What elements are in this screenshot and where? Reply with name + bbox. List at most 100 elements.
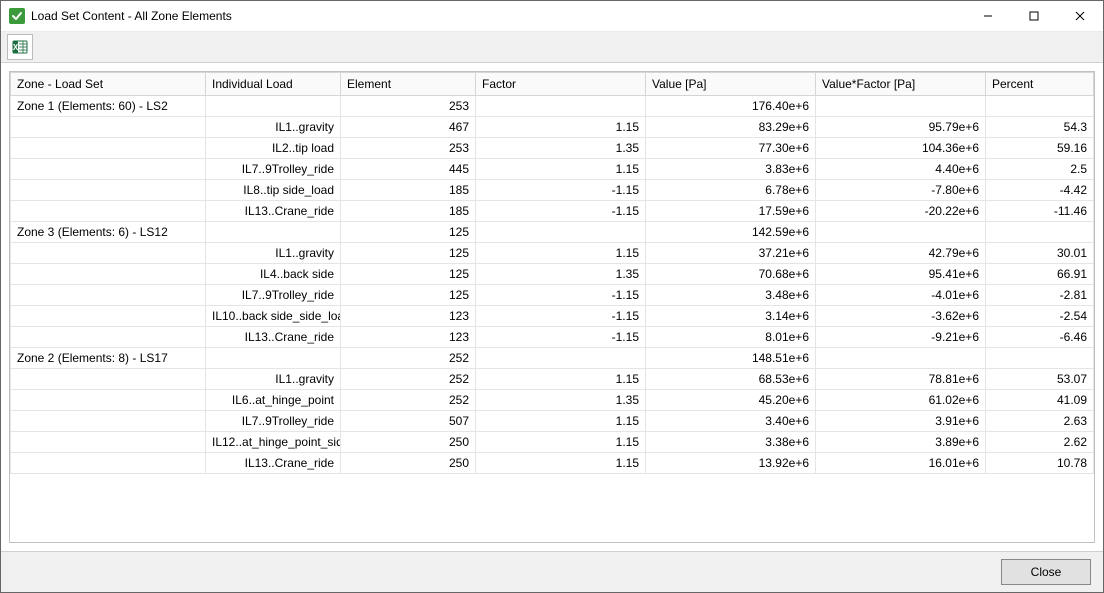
cell-factor: 1.35 [476,138,646,159]
cell-load: IL4..back side [206,264,341,285]
cell-zone [11,180,206,201]
cell-value: 83.29e+6 [646,117,816,138]
cell-value: 6.78e+6 [646,180,816,201]
cell-elem: 123 [341,306,476,327]
cell-vf: -4.01e+6 [816,285,986,306]
table-row[interactable]: IL7..9Trolley_ride125-1.153.48e+6-4.01e+… [11,285,1094,306]
cell-elem: 467 [341,117,476,138]
minimize-button[interactable] [965,1,1011,31]
maximize-button[interactable] [1011,1,1057,31]
table-row[interactable]: IL13..Crane_ride2501.1513.92e+616.01e+61… [11,453,1094,474]
cell-zone [11,306,206,327]
table-row[interactable]: IL1..gravity2521.1568.53e+678.81e+653.07 [11,369,1094,390]
toolbar: X [1,32,1103,63]
cell-vf: 16.01e+6 [816,453,986,474]
table-row[interactable]: IL12..at_hinge_point_side_lo2501.153.38e… [11,432,1094,453]
cell-load: IL7..9Trolley_ride [206,411,341,432]
table-row[interactable]: IL13..Crane_ride123-1.158.01e+6-9.21e+6-… [11,327,1094,348]
col-header-pct[interactable]: Percent [986,73,1094,96]
cell-value: 142.59e+6 [646,222,816,243]
cell-value: 68.53e+6 [646,369,816,390]
cell-pct: -4.42 [986,180,1094,201]
cell-load: IL1..gravity [206,369,341,390]
cell-load [206,222,341,243]
cell-vf: -7.80e+6 [816,180,986,201]
cell-value: 13.92e+6 [646,453,816,474]
cell-value: 3.83e+6 [646,159,816,180]
cell-pct [986,222,1094,243]
cell-elem: 185 [341,180,476,201]
cell-vf [816,96,986,117]
col-header-load[interactable]: Individual Load [206,73,341,96]
cell-elem: 253 [341,138,476,159]
cell-pct: 30.01 [986,243,1094,264]
cell-zone [11,369,206,390]
col-header-vf[interactable]: Value*Factor [Pa] [816,73,986,96]
cell-pct: 54.3 [986,117,1094,138]
table-row[interactable]: Zone 2 (Elements: 8) - LS17252148.51e+6 [11,348,1094,369]
cell-vf: -9.21e+6 [816,327,986,348]
cell-factor: 1.15 [476,369,646,390]
cell-load: IL7..9Trolley_ride [206,285,341,306]
cell-pct: -11.46 [986,201,1094,222]
cell-vf: 95.41e+6 [816,264,986,285]
cell-factor [476,222,646,243]
cell-value: 37.21e+6 [646,243,816,264]
cell-vf: 42.79e+6 [816,243,986,264]
cell-elem: 252 [341,348,476,369]
cell-factor: 1.15 [476,411,646,432]
table-row[interactable]: Zone 3 (Elements: 6) - LS12 125 142.59e+6 [11,222,1094,243]
col-header-value[interactable]: Value [Pa] [646,73,816,96]
cell-vf: 95.79e+6 [816,117,986,138]
cell-elem: 125 [341,222,476,243]
table-row[interactable]: IL13..Crane_ride185-1.1517.59e+6-20.22e+… [11,201,1094,222]
table-row[interactable]: Zone 1 (Elements: 60) - LS2253176.40e+6 [11,96,1094,117]
cell-value: 17.59e+6 [646,201,816,222]
cell-zone [11,285,206,306]
table-row[interactable]: IL10..back side_side_load123-1.153.14e+6… [11,306,1094,327]
cell-load: IL13..Crane_ride [206,201,341,222]
cell-elem: 185 [341,201,476,222]
col-header-factor[interactable]: Factor [476,73,646,96]
cell-factor: 1.15 [476,432,646,453]
cell-value: 3.40e+6 [646,411,816,432]
bottom-bar: Close [1,551,1103,592]
cell-load: IL2..tip load [206,138,341,159]
table-row[interactable]: IL4..back side1251.3570.68e+695.41e+666.… [11,264,1094,285]
cell-zone: Zone 3 (Elements: 6) - LS12 [11,222,206,243]
cell-value: 45.20e+6 [646,390,816,411]
table-row[interactable]: IL1..gravity4671.1583.29e+695.79e+654.3 [11,117,1094,138]
svg-text:X: X [13,43,19,52]
cell-pct: -2.54 [986,306,1094,327]
data-grid[interactable]: Zone - Load Set Individual Load Element … [9,71,1095,543]
table-row[interactable]: IL7..9Trolley_ride5071.153.40e+63.91e+62… [11,411,1094,432]
cell-value: 8.01e+6 [646,327,816,348]
cell-vf: 78.81e+6 [816,369,986,390]
cell-factor: 1.35 [476,390,646,411]
export-excel-button[interactable]: X [7,34,33,60]
close-button-label: Close [1031,565,1062,579]
cell-factor: -1.15 [476,327,646,348]
table-row[interactable]: IL1..gravity1251.1537.21e+642.79e+630.01 [11,243,1094,264]
cell-pct [986,348,1094,369]
table-row[interactable]: IL8..tip side_load185-1.156.78e+6-7.80e+… [11,180,1094,201]
col-header-elem[interactable]: Element [341,73,476,96]
cell-pct: 10.78 [986,453,1094,474]
close-window-button[interactable] [1057,1,1103,31]
cell-load: IL13..Crane_ride [206,453,341,474]
cell-load: IL8..tip side_load [206,180,341,201]
table-row[interactable]: IL6..at_hinge_point2521.3545.20e+661.02e… [11,390,1094,411]
cell-elem: 253 [341,96,476,117]
window-controls [965,1,1103,31]
cell-load [206,348,341,369]
cell-zone [11,117,206,138]
cell-factor: -1.15 [476,285,646,306]
close-button[interactable]: Close [1001,559,1091,585]
table-row[interactable]: IL2..tip load2531.3577.30e+6104.36e+659.… [11,138,1094,159]
cell-pct: 2.5 [986,159,1094,180]
col-header-zone[interactable]: Zone - Load Set [11,73,206,96]
content-area: Zone - Load Set Individual Load Element … [1,63,1103,551]
window-title: Load Set Content - All Zone Elements [31,9,232,23]
table-row[interactable]: IL7..9Trolley_ride4451.153.83e+64.40e+62… [11,159,1094,180]
cell-factor: -1.15 [476,180,646,201]
